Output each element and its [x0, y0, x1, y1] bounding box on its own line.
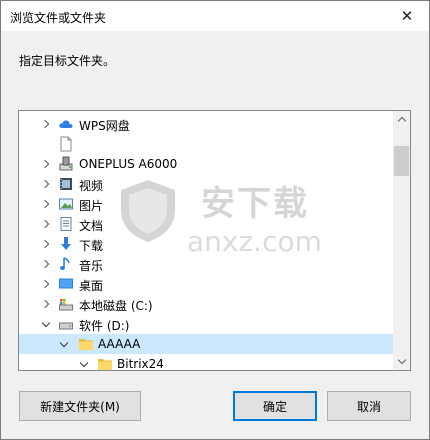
expand-chevron-icon[interactable] [40, 256, 52, 272]
music-folder-icon [60, 257, 70, 270]
expand-chevron-icon[interactable] [40, 176, 52, 192]
title-bar: 浏览文件或文件夹 ✕ [1, 1, 429, 31]
tree-item-documents[interactable]: 文档 [19, 214, 397, 234]
tree-item-oneplus[interactable]: ONEPLUS A6000 [19, 154, 397, 174]
cancel-button[interactable]: 取消 [327, 391, 411, 421]
expand-chevron-icon[interactable] [40, 296, 52, 312]
vertical-scrollbar[interactable] [393, 111, 410, 370]
tree-item-label: 桌面 [79, 279, 104, 293]
expand-chevron-icon[interactable] [40, 216, 52, 232]
tree-item-label: 视频 [79, 179, 104, 193]
pictures-folder-icon [59, 198, 73, 210]
new-folder-button[interactable]: 新建文件夹(M) [19, 391, 141, 421]
tree-item-videos[interactable]: 视频 [19, 174, 397, 194]
tree-item-drive-c[interactable]: 本地磁盘 (C:) [19, 294, 397, 314]
expand-chevron-icon[interactable] [40, 276, 52, 292]
collapse-chevron-icon[interactable] [58, 336, 70, 352]
tree-item-wps-cloud[interactable]: WPS网盘 [19, 114, 397, 134]
collapse-chevron-icon[interactable] [40, 316, 52, 332]
tree-item-pictures[interactable]: 图片 [19, 194, 397, 214]
tree-item-label: 文档 [79, 219, 104, 233]
folder-tree[interactable]: WPS网盘 ONEPLUS A6000 视频 图片 文档 下载 音乐 桌面 本地… [18, 110, 411, 371]
tree-item-label: 软件 (D:) [79, 319, 130, 333]
scroll-down-arrow-icon[interactable] [393, 353, 410, 370]
instruction-text: 指定目标文件夹。 [19, 54, 116, 68]
tree-item-label: 本地磁盘 (C:) [79, 299, 153, 313]
folder-icon [98, 359, 112, 370]
expand-chevron-icon[interactable] [40, 116, 52, 132]
desktop-folder-icon [59, 278, 73, 289]
blank-file-icon [60, 136, 72, 152]
tree-item-blank[interactable] [19, 134, 397, 154]
cloud-icon [59, 120, 73, 128]
close-icon: ✕ [400, 7, 414, 25]
tree-item-label: 下载 [79, 239, 104, 253]
drive-icon [59, 322, 73, 330]
tree-item-label: Bitrix24 [117, 357, 164, 371]
tree-item-label: AAAAA [98, 337, 141, 351]
tree-item-label: ONEPLUS A6000 [79, 157, 178, 171]
tree-item-aaaaa[interactable]: AAAAA [19, 334, 397, 354]
collapse-chevron-icon[interactable] [78, 356, 90, 370]
tree-item-downloads[interactable]: 下载 [19, 234, 397, 254]
tree-item-music[interactable]: 音乐 [19, 254, 397, 274]
tree-item-label: WPS网盘 [79, 119, 130, 133]
scroll-thumb[interactable] [394, 146, 409, 176]
phone-device-icon [59, 156, 73, 171]
documents-folder-icon [60, 217, 72, 231]
folder-icon [79, 339, 93, 350]
browse-folder-dialog: 浏览文件或文件夹 ✕ 指定目标文件夹。 WPS网盘 ONEPLUS A6000 … [0, 0, 430, 440]
system-drive-icon [59, 299, 73, 311]
video-folder-icon [60, 178, 72, 190]
window-title: 浏览文件或文件夹 [10, 11, 107, 25]
tree-item-label: 图片 [79, 199, 104, 213]
tree-item-label: 音乐 [79, 259, 104, 273]
tree-item-bitrix24[interactable]: Bitrix24 [19, 354, 397, 371]
scroll-up-arrow-icon[interactable] [393, 111, 410, 128]
tree-item-desktop[interactable]: 桌面 [19, 274, 397, 294]
ok-button[interactable]: 确定 [233, 391, 317, 421]
expand-chevron-icon[interactable] [40, 196, 52, 212]
close-button[interactable]: ✕ [385, 1, 429, 31]
expand-chevron-icon[interactable] [40, 156, 52, 172]
tree-item-drive-d[interactable]: 软件 (D:) [19, 314, 397, 334]
downloads-folder-icon [61, 237, 71, 250]
expand-chevron-icon[interactable] [40, 236, 52, 252]
